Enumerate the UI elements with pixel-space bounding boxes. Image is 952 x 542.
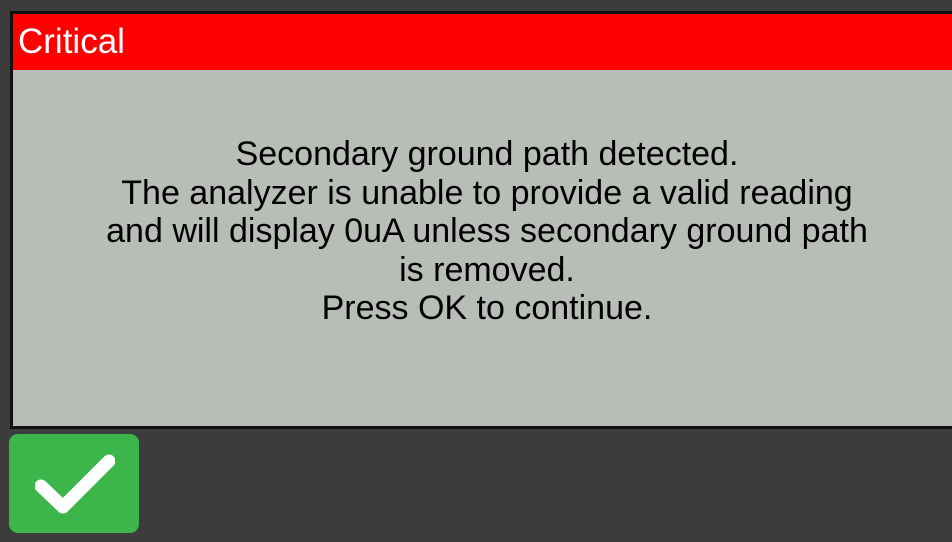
- message-line: Press OK to continue.: [321, 289, 653, 327]
- checkmark-icon: [35, 454, 115, 514]
- ok-button[interactable]: [9, 434, 139, 533]
- dialog-title: Critical: [18, 22, 125, 61]
- dialog-message: Secondary ground path detected. The anal…: [7, 135, 952, 328]
- critical-dialog: Critical Secondary ground path detected.…: [10, 11, 952, 429]
- message-line: Secondary ground path detected.: [235, 135, 739, 173]
- device-screen: Critical Secondary ground path detected.…: [0, 0, 952, 542]
- message-line: is removed.: [399, 250, 575, 289]
- dialog-title-bar: Critical: [13, 14, 952, 70]
- message-line: and will display 0uA unless secondary gr…: [106, 212, 868, 250]
- message-line: The analyzer is unable to provide a vali…: [121, 173, 853, 212]
